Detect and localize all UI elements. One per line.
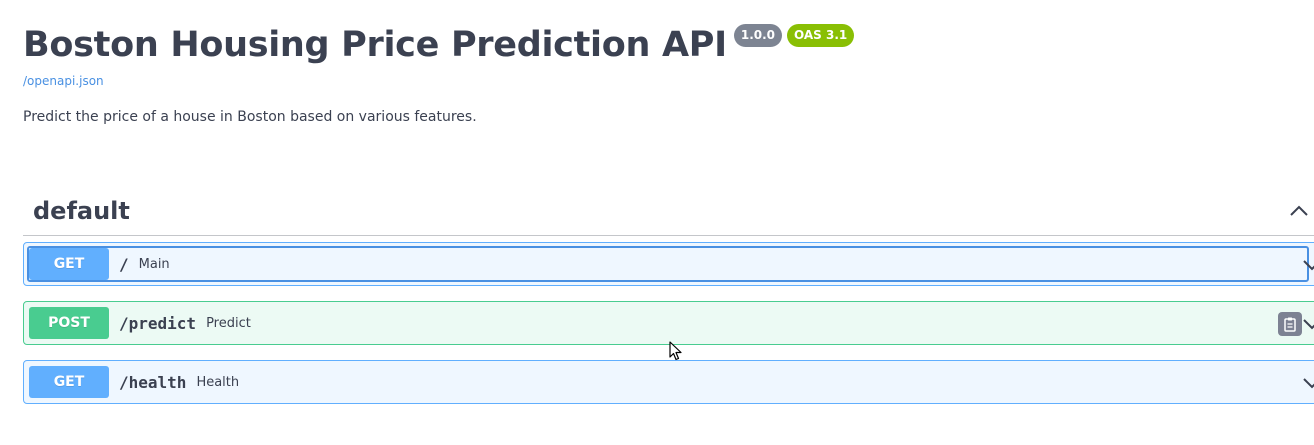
operation-path: /health <box>119 372 187 392</box>
operation-post-predict[interactable]: POST /predict Predict <box>23 301 1314 345</box>
method-badge: POST <box>29 307 109 339</box>
copy-to-clipboard-icon[interactable] <box>1278 312 1302 336</box>
api-info: Boston Housing Price Prediction API 1.0.… <box>23 22 1303 125</box>
mouse-cursor-icon <box>669 341 683 361</box>
openapi-json-link[interactable]: /openapi.json <box>23 74 104 88</box>
method-badge: GET <box>29 366 109 398</box>
chevron-down-icon[interactable] <box>1302 314 1314 334</box>
tag-section-default: default <box>23 186 1314 236</box>
focus-ring <box>27 246 1309 282</box>
chevron-down-icon[interactable] <box>1302 373 1314 393</box>
version-badge: 1.0.0 <box>733 24 783 47</box>
chevron-up-icon[interactable] <box>1286 198 1312 224</box>
operation-summary: Health <box>196 374 240 390</box>
operation-path: / <box>119 254 129 274</box>
page-title: Boston Housing Price Prediction API <box>23 25 727 65</box>
chevron-down-icon[interactable] <box>1302 255 1314 275</box>
oas-badge: OAS 3.1 <box>787 24 855 47</box>
operation-summary: Main <box>138 256 170 272</box>
operation-get-health[interactable]: GET /health Health <box>23 360 1314 404</box>
operation-summary: Predict <box>206 315 251 331</box>
tag-header[interactable]: default <box>23 186 1314 236</box>
method-badge: GET <box>29 248 109 280</box>
tag-name: default <box>33 196 130 225</box>
title-row: Boston Housing Price Prediction API 1.0.… <box>23 22 1303 68</box>
operation-get-root[interactable]: GET / Main <box>23 242 1314 286</box>
operation-path: /predict <box>119 313 197 333</box>
api-description: Predict the price of a house in Boston b… <box>23 109 477 125</box>
